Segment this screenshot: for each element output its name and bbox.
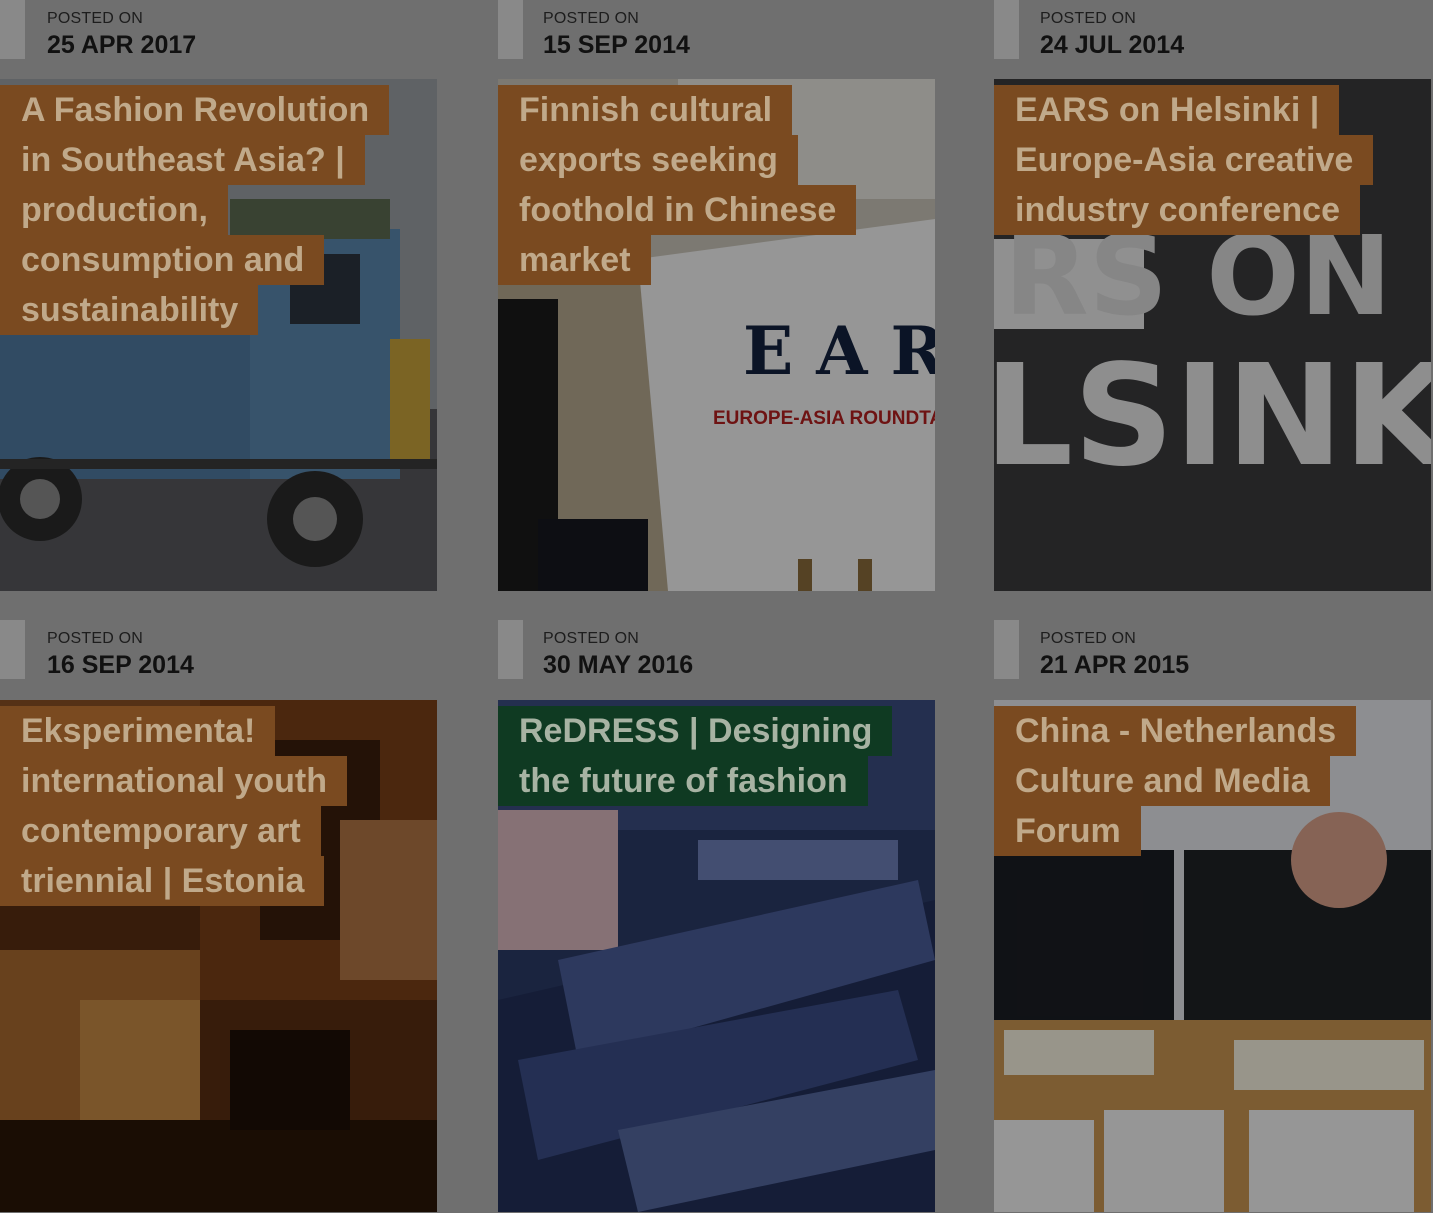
post-title[interactable]: EARS on Helsinki | Europe-Asia creative … [994,85,1431,235]
post-thumbnail[interactable]: Eksperimenta! international youth contem… [0,700,437,1212]
post-meta: POSTED ON 30 MAY 2016 [498,620,936,699]
post-date: 24 JUL 2014 [1040,31,1185,59]
post-card[interactable]: POSTED ON 25 APR 2017 A Fashion Revoluti [0,0,438,591]
title-line: triennial | Estonia [0,856,325,906]
post-meta: POSTED ON 16 SEP 2014 [0,620,438,699]
post-meta: POSTED ON 15 SEP 2014 [498,0,936,79]
title-line: market [498,235,651,285]
title-line: ReDRESS | Designing [498,706,893,756]
title-line: foothold in Chinese [498,185,857,235]
post-meta: POSTED ON 25 APR 2017 [0,0,438,79]
post-thumbnail[interactable]: A Fashion Revolution in Southeast Asia? … [0,79,437,591]
post-thumbnail[interactable]: RS ON SE LSINKI 20 EARS on Helsinki | Eu… [994,79,1431,591]
date-tab [498,620,523,679]
post-card[interactable]: POSTED ON 30 MAY 2016 ReDRESS | Designin… [498,620,936,1212]
posted-on-label: POSTED ON [543,10,640,27]
title-line: Culture and Media [994,756,1330,806]
title-line: A Fashion Revolution [0,85,390,135]
title-line: Forum [994,806,1141,856]
title-line: consumption and [0,235,325,285]
title-line: contemporary art [0,806,321,856]
post-title[interactable]: China - Netherlands Culture and Media Fo… [994,706,1431,856]
posted-on-label: POSTED ON [47,630,144,647]
posted-on-label: POSTED ON [47,10,144,27]
post-thumbnail[interactable]: E A R EUROPE-ASIA ROUNDTABLE Finnish cul… [498,79,935,591]
date-tab [0,0,25,59]
post-date: 15 SEP 2014 [543,31,690,59]
post-date: 21 APR 2015 [1040,651,1190,679]
date-tab [0,620,25,679]
post-thumbnail[interactable]: ReDRESS | Designing the future of fashio… [498,700,935,1212]
post-title[interactable]: Finnish cultural exports seeking foothol… [498,85,935,285]
post-title[interactable]: ReDRESS | Designing the future of fashio… [498,706,935,806]
date-tab [994,0,1019,59]
post-card[interactable]: POSTED ON 24 JUL 2014 RS ON SE LSINKI 20… [994,0,1432,591]
post-date: 30 MAY 2016 [543,651,694,679]
title-line: Finnish cultural [498,85,793,135]
title-line: international youth [0,756,347,806]
post-meta: POSTED ON 24 JUL 2014 [994,0,1432,79]
post-thumbnail[interactable]: China - Netherlands Culture and Media Fo… [994,700,1431,1212]
title-line: EARS on Helsinki | [994,85,1340,135]
title-line: sustainability [0,285,259,335]
post-card[interactable]: POSTED ON 15 SEP 2014 E A R EUROPE-ASIA … [498,0,936,591]
post-grid: POSTED ON 25 APR 2017 A Fashion Revoluti [0,0,1433,1213]
posted-on-label: POSTED ON [1040,10,1137,27]
post-title[interactable]: A Fashion Revolution in Southeast Asia? … [0,85,437,335]
title-line: exports seeking [498,135,798,185]
title-line: production, [0,185,228,235]
post-card[interactable]: POSTED ON 21 APR 2015 China - Netherland… [994,620,1432,1212]
date-tab [498,0,523,59]
title-line: industry conference [994,185,1360,235]
title-line: Eksperimenta! [0,706,276,756]
post-meta: POSTED ON 21 APR 2015 [994,620,1432,699]
date-tab [994,620,1019,679]
title-line: Europe-Asia creative [994,135,1374,185]
posted-on-label: POSTED ON [543,630,640,647]
post-date: 25 APR 2017 [47,31,197,59]
title-line: in Southeast Asia? | [0,135,365,185]
post-card[interactable]: POSTED ON 16 SEP 2014 Eksperimenta! inte… [0,620,438,1212]
posted-on-label: POSTED ON [1040,630,1137,647]
title-line: China - Netherlands [994,706,1357,756]
post-date: 16 SEP 2014 [47,651,194,679]
title-line: the future of fashion [498,756,868,806]
post-title[interactable]: Eksperimenta! international youth contem… [0,706,437,906]
